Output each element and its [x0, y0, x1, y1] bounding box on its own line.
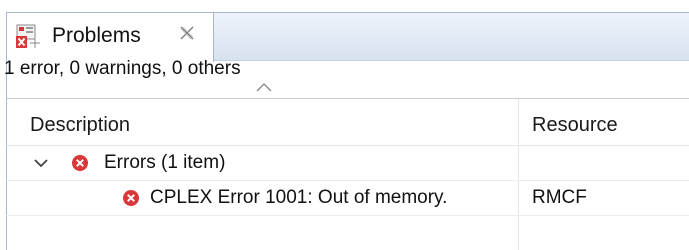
group-label: Errors (1 item)	[104, 152, 226, 173]
column-header-resource[interactable]: Resource	[532, 114, 618, 137]
empty-row	[6, 216, 689, 250]
error-icon	[72, 155, 88, 171]
tree-group-row[interactable]: Errors (1 item)	[6, 146, 689, 181]
problems-table: Description Resource Errors (1 item) CPL…	[6, 98, 689, 250]
tab-label: Problems	[52, 24, 141, 47]
problems-view-icon	[16, 24, 40, 48]
sort-indicator-icon	[256, 83, 272, 92]
problem-description: CPLEX Error 1001: Out of memory.	[150, 187, 448, 208]
error-icon	[123, 190, 139, 206]
chevron-down-icon[interactable]	[34, 157, 48, 169]
tab-problems[interactable]: Problems	[7, 13, 214, 62]
problems-summary: 1 error, 0 warnings, 0 others	[4, 58, 241, 79]
tab-strip: Problems	[7, 13, 689, 62]
close-icon[interactable]	[179, 25, 195, 41]
table-row[interactable]: CPLEX Error 1001: Out of memory. RMCF	[6, 181, 689, 216]
column-header-description[interactable]: Description	[30, 114, 130, 137]
table-header: Description Resource	[6, 99, 689, 146]
problem-resource: RMCF	[532, 187, 587, 208]
